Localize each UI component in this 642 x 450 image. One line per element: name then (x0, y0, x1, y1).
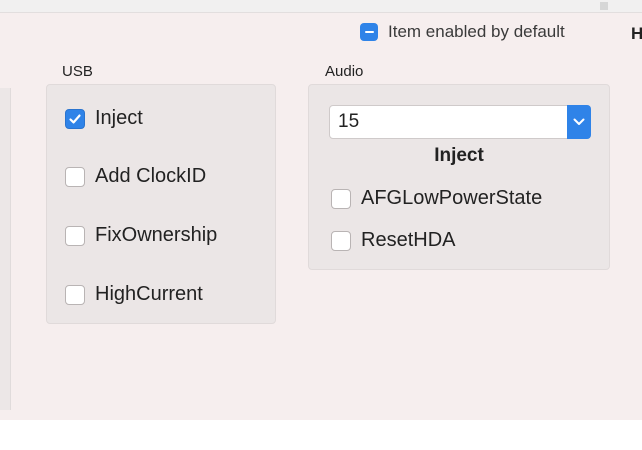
checkbox-box[interactable] (65, 166, 85, 187)
usb-highcurrent-label: HighCurrent (95, 283, 203, 305)
audio-afglowpowerstate-label: AFGLowPowerState (361, 187, 543, 209)
usb-highcurrent-checkbox[interactable]: HighCurrent (65, 283, 203, 306)
usb-add-clockid-label: Add ClockID (95, 165, 207, 187)
usb-inject-label: Inject (95, 107, 143, 129)
usb-fixownership-label: FixOwnership (95, 224, 218, 246)
usb-fixownership-checkbox[interactable]: FixOwnership (65, 224, 217, 247)
checkbox-box[interactable] (65, 284, 85, 305)
usb-group-title: USB (62, 63, 93, 80)
checkbox-box[interactable] (331, 230, 351, 251)
audio-inject-select-value: 15 (338, 111, 360, 132)
left-edge-panel (0, 88, 11, 410)
clipped-heading-letter: H (631, 24, 642, 43)
audio-resethda-checkbox[interactable]: ResetHDA (331, 229, 455, 252)
legend-label: Item enabled by default (388, 22, 565, 41)
bottom-strip (0, 420, 642, 450)
usb-inject-checkbox[interactable]: Inject (65, 107, 143, 130)
audio-select-caption: Inject (434, 145, 484, 166)
audio-resethda-label: ResetHDA (361, 229, 456, 251)
checkbox-box[interactable] (65, 225, 85, 246)
audio-group-title: Audio (325, 63, 364, 80)
audio-afglowpowerstate-checkbox[interactable]: AFGLowPowerState (331, 187, 542, 210)
checkmark-icon[interactable] (65, 108, 85, 129)
usb-add-clockid-checkbox[interactable]: Add ClockID (65, 165, 206, 188)
default-state-legend: Item enabled by default (360, 22, 565, 42)
usb-group-panel: Inject Add ClockID FixOwnership HighCurr… (46, 84, 276, 324)
window-edge-mark (600, 2, 608, 10)
mixed-state-checkbox-icon (360, 23, 378, 41)
chevron-down-icon[interactable] (567, 105, 591, 139)
checkbox-box[interactable] (331, 188, 351, 209)
top-strip (0, 0, 642, 13)
audio-group-panel: 15 Inject AFGLowPowerState ResetHDA (308, 84, 610, 270)
audio-inject-select[interactable]: 15 (329, 105, 591, 139)
